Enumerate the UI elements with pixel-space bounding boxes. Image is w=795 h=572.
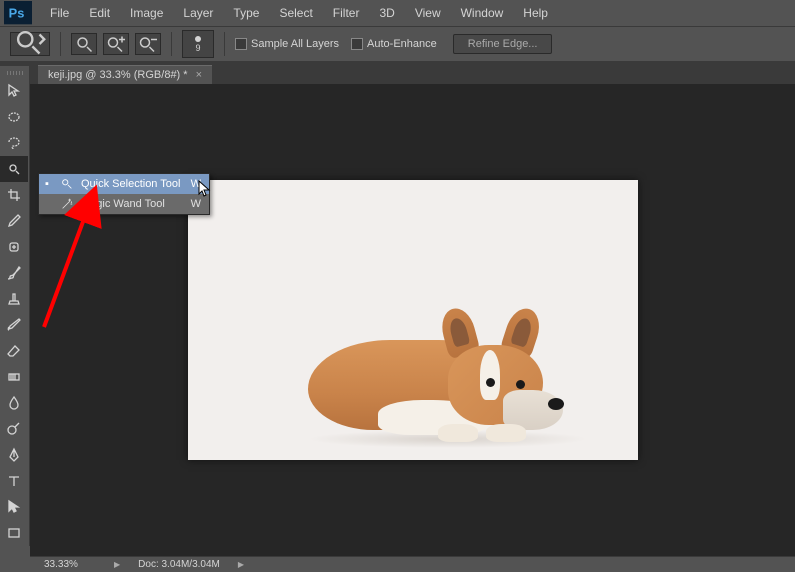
status-bar: 33.33% ▶ Doc: 3.04M/3.04M ▶ (30, 556, 795, 572)
add-to-selection-button[interactable] (103, 33, 129, 55)
brush-size-value: 9 (195, 44, 200, 53)
document-tab-title: keji.jpg @ 33.3% (RGB/8#) * (48, 69, 188, 81)
doc-size[interactable]: Doc: 3.04M/3.04M (138, 559, 220, 570)
marquee-tool[interactable] (0, 104, 28, 130)
menu-3d[interactable]: 3D (369, 6, 404, 20)
svg-text:Ps: Ps (9, 6, 25, 21)
menu-filter[interactable]: Filter (323, 6, 370, 20)
menu-image[interactable]: Image (120, 6, 173, 20)
magic-wand-icon (59, 197, 75, 211)
document-tab-bar: keji.jpg @ 33.3% (RGB/8#) * × (0, 62, 795, 84)
status-flyout-icon[interactable]: ▶ (114, 560, 120, 569)
menu-file[interactable]: File (40, 6, 79, 20)
image-content (308, 300, 588, 450)
document-canvas[interactable] (188, 180, 638, 460)
flyout-magic-wand-tool[interactable]: Magic Wand Tool W (39, 194, 209, 214)
divider (60, 32, 61, 56)
quick-selection-icon (59, 177, 75, 191)
flyout-quick-selection-tool[interactable]: ▪ Quick Selection Tool W (39, 174, 209, 194)
crop-tool[interactable] (0, 182, 28, 208)
checkbox-icon (235, 38, 247, 50)
brush-tool[interactable] (0, 260, 28, 286)
divider (171, 32, 172, 56)
brush-dot-icon (195, 36, 201, 42)
type-tool[interactable] (0, 468, 28, 494)
toolbox-grip[interactable] (0, 68, 29, 78)
document-tab[interactable]: keji.jpg @ 33.3% (RGB/8#) * × (38, 65, 212, 84)
selected-indicator-icon: ▪ (45, 178, 53, 190)
flyout-item-shortcut: W (187, 198, 201, 210)
auto-enhance-checkbox[interactable]: Auto-Enhance (351, 38, 437, 50)
sample-all-layers-label: Sample All Layers (251, 38, 339, 50)
move-tool[interactable] (0, 78, 28, 104)
zoom-level[interactable]: 33.33% (44, 559, 96, 570)
dodge-tool[interactable] (0, 416, 28, 442)
pen-tool[interactable] (0, 442, 28, 468)
menu-type[interactable]: Type (223, 6, 269, 20)
mouse-cursor-icon (198, 180, 212, 198)
menu-layer[interactable]: Layer (173, 6, 223, 20)
flyout-item-label: Quick Selection Tool (81, 178, 181, 190)
quick-selection-tool[interactable] (0, 156, 28, 182)
options-bar: 9 Sample All Layers Auto-Enhance Refine … (0, 26, 795, 62)
tool-flyout-menu: ▪ Quick Selection Tool W Magic Wand Tool… (38, 173, 210, 215)
brush-picker[interactable]: 9 (182, 30, 214, 58)
close-tab-icon[interactable]: × (196, 69, 202, 81)
menu-select[interactable]: Select (269, 6, 322, 20)
auto-enhance-label: Auto-Enhance (367, 38, 437, 50)
clone-stamp-tool[interactable] (0, 286, 28, 312)
healing-brush-tool[interactable] (0, 234, 28, 260)
toolbox (0, 66, 30, 546)
subtract-from-selection-button[interactable] (135, 33, 161, 55)
status-flyout-icon[interactable]: ▶ (238, 560, 244, 569)
flyout-item-label: Magic Wand Tool (81, 198, 181, 210)
eraser-tool[interactable] (0, 338, 28, 364)
history-brush-tool[interactable] (0, 312, 28, 338)
menu-edit[interactable]: Edit (79, 6, 120, 20)
new-selection-button[interactable] (71, 33, 97, 55)
checkbox-icon (351, 38, 363, 50)
tool-preset-picker[interactable] (10, 32, 50, 56)
blur-tool[interactable] (0, 390, 28, 416)
divider (224, 32, 225, 56)
sample-all-layers-checkbox[interactable]: Sample All Layers (235, 38, 339, 50)
menu-window[interactable]: Window (451, 6, 514, 20)
rectangle-tool[interactable] (0, 520, 28, 546)
app-logo: Ps (4, 3, 32, 23)
path-selection-tool[interactable] (0, 494, 28, 520)
canvas-area[interactable] (30, 84, 795, 556)
refine-edge-button[interactable]: Refine Edge... (453, 34, 553, 54)
gradient-tool[interactable] (0, 364, 28, 390)
eyedropper-tool[interactable] (0, 208, 28, 234)
menu-view[interactable]: View (405, 6, 451, 20)
lasso-tool[interactable] (0, 130, 28, 156)
menu-help[interactable]: Help (513, 6, 558, 20)
menu-bar: Ps File Edit Image Layer Type Select Fil… (0, 0, 795, 26)
